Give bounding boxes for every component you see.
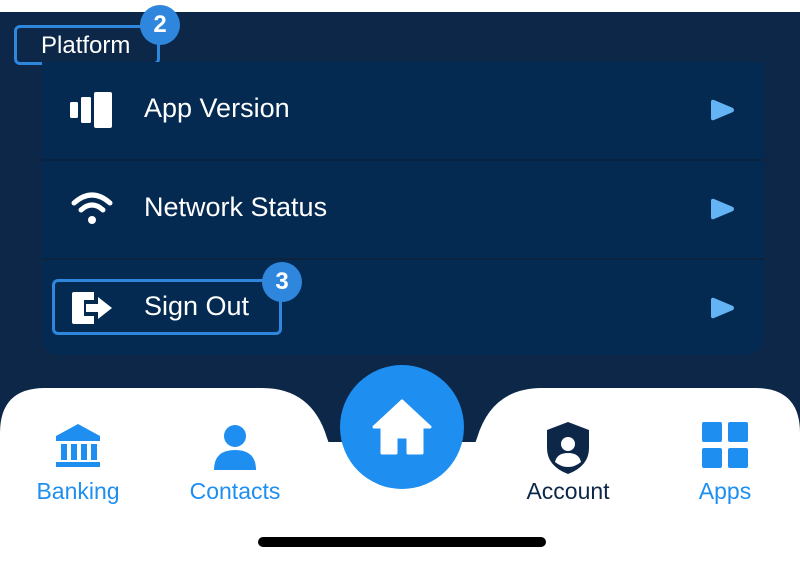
chevron-right-icon: [711, 297, 734, 319]
step-badge: 2: [140, 5, 180, 45]
chevron-right-icon: [711, 99, 734, 121]
tab-home[interactable]: [340, 365, 464, 489]
chevron-right-icon: [711, 198, 734, 220]
tab-label: Contacts: [189, 478, 281, 504]
tab-contacts[interactable]: Contacts: [165, 420, 305, 520]
step-badge: 3: [262, 262, 302, 302]
top-strip: [0, 0, 800, 12]
sign-out-highlight: [52, 279, 282, 335]
tab-apps[interactable]: Apps: [655, 420, 795, 520]
person-icon: [214, 425, 256, 470]
tab-banking[interactable]: Banking: [8, 420, 148, 520]
shield-user-icon: [547, 422, 589, 474]
section-header-label: Platform: [41, 32, 131, 59]
tab-label: Apps: [698, 478, 752, 504]
grid-icon: [702, 422, 748, 468]
tab-label: Account: [526, 478, 610, 504]
section-header-platform: Platform: [14, 25, 160, 65]
bank-icon: [56, 424, 100, 467]
app-version-icon: [70, 92, 112, 128]
wifi-icon: [71, 192, 113, 224]
home-indicator[interactable]: [258, 537, 546, 547]
home-icon: [372, 399, 432, 455]
menu-item-label: Network Status: [144, 192, 328, 222]
menu-item-network-status[interactable]: Network Status: [42, 161, 764, 260]
menu-item-app-version[interactable]: App Version: [42, 62, 764, 161]
tab-label: Banking: [36, 478, 120, 504]
menu-item-label: App Version: [144, 93, 290, 123]
tab-account[interactable]: Account: [498, 420, 638, 520]
